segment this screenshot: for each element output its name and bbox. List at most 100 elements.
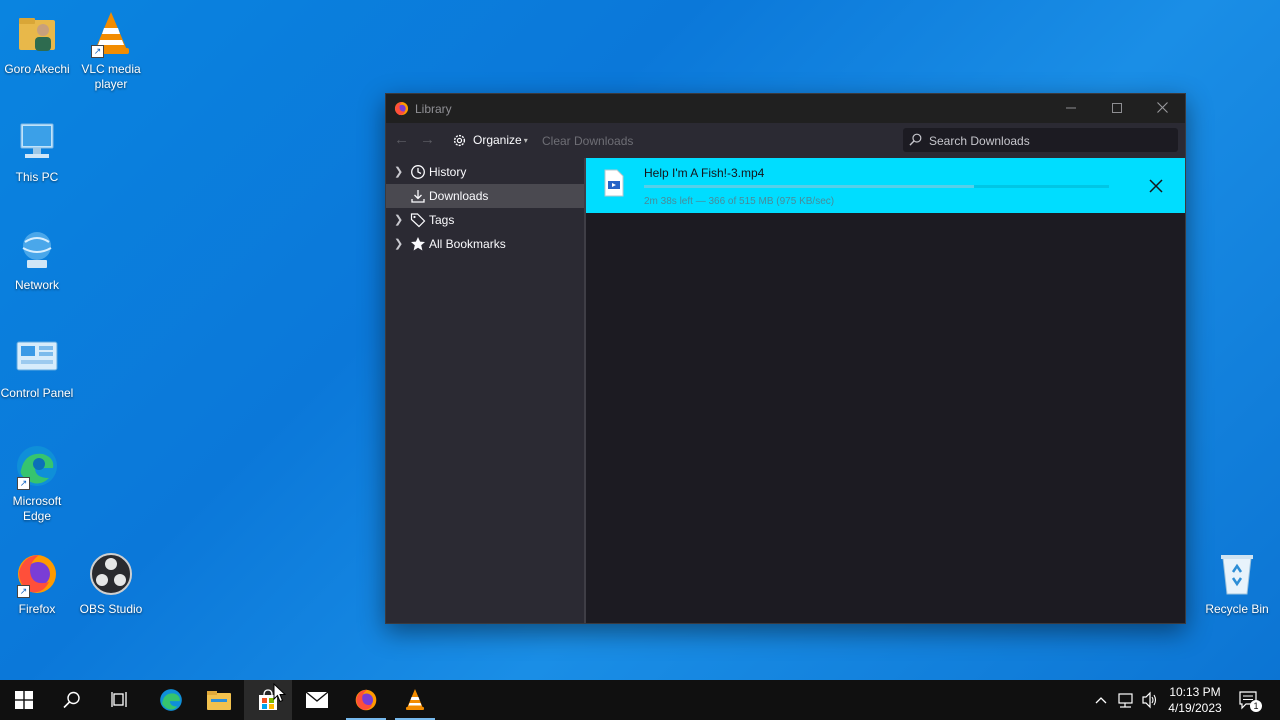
desktop-icon-network[interactable]: Network <box>0 226 74 293</box>
organize-label: Organize <box>473 133 522 147</box>
download-progress-bar <box>644 185 1109 188</box>
edge-icon: ↗ <box>13 442 61 490</box>
tag-icon <box>410 213 426 228</box>
sidebar-item-all-bookmarks[interactable]: ❯ All Bookmarks <box>386 232 584 256</box>
download-filename: Help I'm A Fish!-3.mp4 <box>644 166 765 180</box>
taskbar-file-explorer[interactable] <box>195 680 243 720</box>
sidebar-item-downloads[interactable]: Downloads <box>386 184 584 208</box>
mouse-cursor-icon <box>273 683 287 703</box>
taskbar-clock[interactable]: 10:13 PM 4/19/2023 <box>1160 684 1230 716</box>
network-icon <box>13 226 61 274</box>
taskbar-mail[interactable] <box>293 680 341 720</box>
sidebar-item-tags[interactable]: ❯ Tags <box>386 208 584 232</box>
desktop-icon-control-panel[interactable]: Control Panel <box>0 334 74 401</box>
firefox-icon <box>355 689 377 711</box>
desktop-icon-firefox[interactable]: ↗ Firefox <box>0 550 74 617</box>
forward-button[interactable]: → <box>420 132 436 148</box>
volume-tray-button[interactable] <box>1141 680 1161 720</box>
firefox-icon <box>394 101 409 116</box>
speaker-icon <box>1142 691 1157 709</box>
mail-icon <box>305 691 329 708</box>
taskbar-vlc[interactable] <box>391 680 439 720</box>
shortcut-arrow-icon: ↗ <box>17 477 30 490</box>
desktop-icon-label: Control Panel <box>0 386 74 400</box>
recycle-bin-icon <box>1213 550 1261 598</box>
search-icon <box>63 691 80 709</box>
maximize-icon <box>1112 103 1122 113</box>
vlc-icon: ↗ <box>87 10 135 58</box>
task-view-icon <box>111 692 127 707</box>
desktop-icon-label: Goro Akechi <box>4 62 70 76</box>
desktop-icon-label: VLC media player <box>81 62 141 91</box>
clear-downloads-button[interactable]: Clear Downloads <box>542 134 633 148</box>
back-button[interactable]: ← <box>394 132 410 148</box>
chevron-right-icon[interactable]: ❯ <box>394 160 403 184</box>
arrow-left-icon: ← <box>394 131 409 148</box>
star-icon <box>411 237 425 251</box>
desktop-icon-this-pc[interactable]: This PC <box>0 118 74 185</box>
minimize-icon <box>1066 107 1076 109</box>
control-panel-icon <box>13 334 61 382</box>
desktop-icon-goro-akechi[interactable]: Goro Akechi <box>0 10 74 77</box>
desktop-icon-label: Firefox <box>18 602 56 616</box>
notification-count-badge: 1 <box>1250 700 1262 712</box>
desktop-icon-recycle-bin[interactable]: Recycle Bin <box>1200 550 1274 617</box>
obs-icon <box>87 550 135 598</box>
arrow-right-icon: → <box>420 131 435 148</box>
close-button[interactable] <box>1139 94 1185 123</box>
computer-icon <box>13 118 61 166</box>
close-icon <box>1149 179 1163 193</box>
desktop-icon-edge[interactable]: ↗ Microsoft Edge <box>0 442 74 524</box>
windows-logo-icon <box>15 691 33 709</box>
gear-icon <box>453 135 466 147</box>
task-view-button[interactable] <box>96 680 144 720</box>
sidebar-item-label: History <box>429 165 467 179</box>
minimize-button[interactable] <box>1048 94 1094 123</box>
search-downloads-input[interactable] <box>927 131 1171 151</box>
window-title: Library <box>415 102 452 116</box>
cancel-download-button[interactable] <box>1146 176 1166 196</box>
download-item[interactable]: Help I'm A Fish!-3.mp4 2m 38s left — 366… <box>586 158 1185 213</box>
taskbar-firefox[interactable] <box>342 680 390 720</box>
desktop-icon-label: OBS Studio <box>79 602 143 616</box>
window-titlebar[interactable]: Library <box>386 94 1185 123</box>
clock-icon <box>411 165 425 179</box>
show-hidden-icons-button[interactable] <box>1094 680 1112 720</box>
firefox-icon: ↗ <box>13 550 61 598</box>
network-tray-button[interactable] <box>1117 680 1137 720</box>
desktop-icon-label: This PC <box>15 170 59 184</box>
taskbar: 10:13 PM 4/19/2023 1 <box>0 680 1280 720</box>
folder-icon <box>207 691 231 710</box>
sidebar-item-label: All Bookmarks <box>429 237 506 251</box>
edge-icon <box>160 689 182 711</box>
clock-date: 4/19/2023 <box>1168 701 1222 715</box>
shortcut-arrow-icon: ↗ <box>17 585 30 598</box>
action-center-button[interactable]: 1 <box>1236 680 1264 720</box>
library-sidebar: ❯ History Downloads ❯ Tags ❯ All Bookmar… <box>386 158 586 623</box>
download-status: 2m 38s left — 366 of 515 MB (975 KB/sec) <box>644 196 835 207</box>
desktop-icon-vlc[interactable]: ↗ VLC media player <box>74 10 148 92</box>
search-downloads-box[interactable] <box>903 128 1178 152</box>
maximize-button[interactable] <box>1094 94 1140 123</box>
desktop-icon-label: Microsoft Edge <box>12 494 62 523</box>
chevron-right-icon[interactable]: ❯ <box>394 208 403 232</box>
download-icon <box>411 190 425 203</box>
sidebar-item-label: Downloads <box>429 189 489 203</box>
chevron-right-icon[interactable]: ❯ <box>394 232 403 256</box>
shortcut-arrow-icon: ↗ <box>91 45 104 58</box>
library-window: Library ← → Organize ▾ Clear Downloads S… <box>385 93 1186 624</box>
network-wired-icon <box>1118 693 1133 708</box>
start-button[interactable] <box>0 680 48 720</box>
clock-time: 10:13 PM <box>1169 685 1221 699</box>
video-file-icon <box>604 169 624 197</box>
taskbar-edge[interactable] <box>147 680 195 720</box>
downloads-list: Help I'm A Fish!-3.mp4 2m 38s left — 366… <box>586 158 1185 623</box>
library-toolbar: ← → Organize ▾ Clear Downloads <box>386 123 1185 158</box>
taskbar-search-button[interactable] <box>48 680 96 720</box>
organize-button[interactable]: Organize ▾ <box>452 132 528 149</box>
desktop-icon-label: Network <box>14 278 59 292</box>
sidebar-item-history[interactable]: ❯ History <box>386 160 584 184</box>
search-icon <box>909 133 922 146</box>
desktop-icon-obs[interactable]: OBS Studio <box>74 550 148 617</box>
download-progress-fill <box>644 185 975 188</box>
